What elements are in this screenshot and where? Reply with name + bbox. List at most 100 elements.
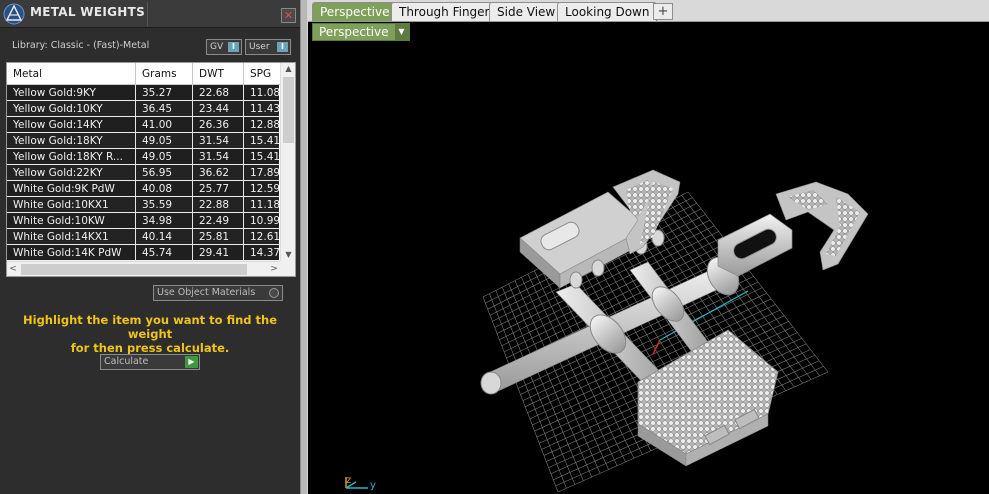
vertical-scroll-thumb[interactable]	[283, 77, 294, 143]
axis-y-label: y	[370, 480, 376, 491]
user-toggle[interactable]: User I	[245, 39, 291, 55]
scroll-left-icon[interactable]: <	[7, 262, 19, 276]
panel-title-bar[interactable]: METAL WEIGHTS ✕	[0, 0, 300, 28]
cell-metal: Yellow Gold:9KY	[7, 85, 136, 101]
cell-metal: White Gold:9K PdW	[7, 181, 136, 197]
column-header-grams[interactable]: Grams	[136, 63, 193, 85]
cell-grams: 49.05	[136, 133, 193, 149]
3d-viewport[interactable]: z y	[308, 42, 989, 494]
app-logo-icon	[3, 3, 25, 25]
cell-grams: 41.00	[136, 117, 193, 133]
horizontal-scroll-thumb[interactable]	[21, 264, 247, 275]
cell-dwt: 25.81	[193, 229, 244, 245]
scroll-right-icon[interactable]: >	[268, 262, 280, 276]
cell-spg: 11.08	[244, 85, 284, 101]
cell-metal: White Gold:14KX1	[7, 229, 136, 245]
cell-spg: 11.43	[244, 101, 284, 117]
column-header-spg[interactable]: SPG	[244, 63, 284, 85]
cell-metal: Yellow Gold:14KY	[7, 117, 136, 133]
table-row[interactable]: Yellow Gold:14KY 41.00 26.36 12.88	[7, 117, 284, 133]
cell-metal: Yellow Gold:18KY	[7, 133, 136, 149]
cell-metal: Yellow Gold:22KY	[7, 165, 136, 181]
cell-spg: 17.89	[244, 165, 284, 181]
table-row[interactable]: Yellow Gold:18KY 49.05 31.54 15.41	[7, 133, 284, 149]
instruction-text: Highlight the item you want to find the …	[10, 313, 290, 355]
tab-looking-down[interactable]: Looking Down	[557, 2, 658, 21]
view-mode-label: Perspective	[319, 25, 389, 39]
scrollbar-corner	[280, 261, 295, 276]
scroll-down-icon[interactable]: ▼	[281, 249, 295, 261]
metal-weights-panel: METAL WEIGHTS ✕ Library: Classic - (Fast…	[0, 0, 300, 494]
table-row[interactable]: White Gold:10KX1 35.59 22.88 11.18	[7, 197, 284, 213]
cell-metal: Yellow Gold:18KY R...	[7, 149, 136, 165]
cell-grams: 34.98	[136, 213, 193, 229]
instruction-line-1: Highlight the item you want to find the …	[23, 313, 277, 341]
cell-metal: White Gold:14K PdW	[7, 245, 136, 261]
tab-perspective[interactable]: Perspective	[312, 2, 398, 21]
cell-spg: 15.41	[244, 133, 284, 149]
add-tab-button[interactable]: +	[653, 3, 673, 20]
vertical-scrollbar[interactable]: ▲ ▼	[280, 63, 295, 261]
library-label: Library: Classic - (Fast)-Metal	[12, 40, 150, 51]
use-object-materials-label: Use Object Materials	[157, 287, 256, 298]
user-toggle-indicator: I	[277, 42, 288, 52]
cell-spg: 12.88	[244, 117, 284, 133]
cell-metal: White Gold:10KW	[7, 213, 136, 229]
horizontal-scrollbar[interactable]: < >	[7, 261, 280, 276]
table-row[interactable]: Yellow Gold:9KY 35.27 22.68 11.08	[7, 85, 284, 101]
cell-metal: Yellow Gold:10KY	[7, 101, 136, 117]
table-row[interactable]: White Gold:9K PdW 40.08 25.77 12.59	[7, 181, 284, 197]
close-icon: ✕	[283, 9, 294, 22]
calculate-button[interactable]: Calculate ▶	[100, 354, 200, 370]
gv-toggle-label: GV	[210, 42, 224, 52]
gv-toggle[interactable]: GV I	[206, 39, 242, 55]
table-row[interactable]: Yellow Gold:18KY R... 49.05 31.54 15.41	[7, 149, 284, 165]
cell-metal: White Gold:10KX1	[7, 197, 136, 213]
cell-dwt: 31.54	[193, 133, 244, 149]
view-mode-dropdown[interactable]: Perspective ▼	[312, 23, 410, 41]
table-row[interactable]: Yellow Gold:10KY 36.45 23.44 11.43	[7, 101, 284, 117]
cell-dwt: 25.77	[193, 181, 244, 197]
view-toolbar: Perspective ▼	[308, 22, 989, 42]
dropdown-caret-icon: ▼	[394, 24, 409, 40]
table-row[interactable]: Yellow Gold:22KY 56.95 36.62 17.89	[7, 165, 284, 181]
tab-through-finger[interactable]: Through Finger	[391, 2, 498, 21]
cell-grams: 40.08	[136, 181, 193, 197]
use-object-materials-toggle[interactable]: Use Object Materials	[153, 285, 283, 301]
cell-spg: 11.18	[244, 197, 284, 213]
instruction-line-2: for then press calculate.	[70, 341, 230, 355]
cell-spg: 10.99	[244, 213, 284, 229]
cell-grams: 49.05	[136, 149, 193, 165]
cell-grams: 56.95	[136, 165, 193, 181]
table-row[interactable]: White Gold:14KX1 40.14 25.81 12.61	[7, 229, 284, 245]
table-row[interactable]: White Gold:14K PdW 45.74 29.41 14.37	[7, 245, 284, 261]
table-body: Yellow Gold:9KY 35.27 22.68 11.08 Yellow Go…	[7, 85, 284, 261]
cell-dwt: 22.88	[193, 197, 244, 213]
scroll-up-icon[interactable]: ▲	[281, 63, 295, 75]
cell-grams: 40.14	[136, 229, 193, 245]
cell-dwt: 23.44	[193, 101, 244, 117]
cell-dwt: 22.68	[193, 85, 244, 101]
panel-title: METAL WEIGHTS	[30, 5, 146, 19]
cell-grams: 35.59	[136, 197, 193, 213]
cell-dwt: 29.41	[193, 245, 244, 261]
close-button[interactable]: ✕	[281, 8, 296, 23]
calculate-label: Calculate	[104, 356, 149, 367]
panel-splitter[interactable]	[300, 0, 308, 494]
radio-icon	[269, 288, 279, 298]
cell-spg: 12.59	[244, 181, 284, 197]
cell-grams: 45.74	[136, 245, 193, 261]
cell-dwt: 22.49	[193, 213, 244, 229]
plus-icon: +	[657, 4, 669, 19]
cell-grams: 36.45	[136, 101, 193, 117]
3d-scene: z y	[345, 169, 869, 493]
play-arrow-icon: ▶	[185, 356, 198, 368]
table-row[interactable]: White Gold:10KW 34.98 22.49 10.99	[7, 213, 284, 229]
cell-spg: 12.61	[244, 229, 284, 245]
user-toggle-label: User	[249, 42, 270, 52]
cell-dwt: 26.36	[193, 117, 244, 133]
cell-dwt: 36.62	[193, 165, 244, 181]
column-header-metal[interactable]: Metal	[7, 63, 136, 85]
column-header-dwt[interactable]: DWT	[193, 63, 244, 85]
tab-side-view[interactable]: Side View	[489, 2, 564, 21]
